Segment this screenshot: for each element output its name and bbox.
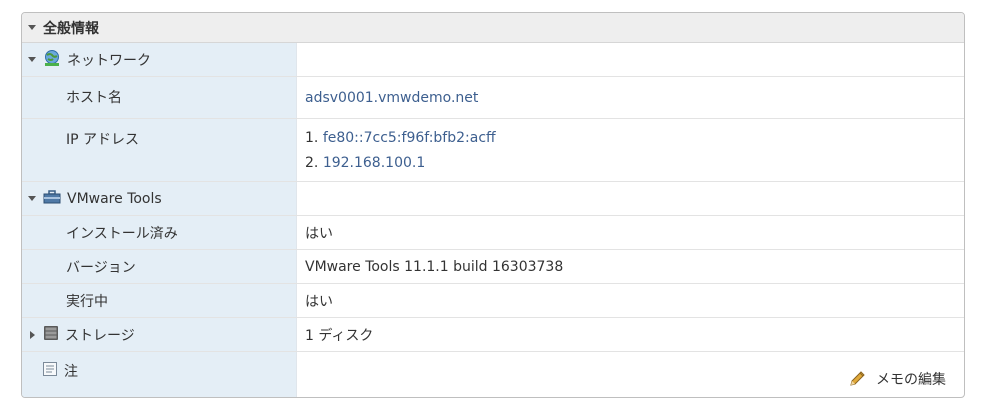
version-value: VMware Tools 11.1.1 build 16303738 <box>305 258 564 275</box>
collapse-caret-icon[interactable] <box>28 25 36 30</box>
ip-address-value[interactable]: 192.168.100.1 <box>323 155 425 171</box>
pencil-icon <box>850 371 865 386</box>
vmware-tools-row[interactable]: VMware Tools <box>22 182 964 216</box>
hostname-value-cell: adsv0001.vmwdemo.net <box>297 77 964 118</box>
tools-value-cell <box>297 182 964 215</box>
tools-label-cell: VMware Tools <box>22 182 297 215</box>
ip-address-list: 1. fe80::7cc5:f96f:bfb2:acff 2. 192.168.… <box>305 130 496 171</box>
version-label: バージョン <box>66 259 136 276</box>
network-label: ネットワーク <box>67 52 151 69</box>
storage-label-cell: ストレージ <box>22 318 297 351</box>
storage-label: ストレージ <box>65 327 135 344</box>
storage-value-cell: 1 ディスク <box>297 318 964 351</box>
network-label-cell: ネットワーク <box>22 43 297 76</box>
general-info-header[interactable]: 全般情報 <box>22 13 964 43</box>
ip-index: 1. <box>305 129 323 146</box>
edit-notes-button[interactable]: メモの編集 <box>848 369 946 389</box>
storage-row[interactable]: ストレージ 1 ディスク <box>22 318 964 352</box>
notes-icon <box>42 361 58 381</box>
ip-address-item: 1. fe80::7cc5:f96f:bfb2:acff <box>305 130 496 146</box>
hostname-row: ホスト名 adsv0001.vmwdemo.net <box>22 77 964 119</box>
general-info-panel: 全般情報 ネットワーク ホスト名 adsv0001.vmwdemo.net IP… <box>21 12 965 398</box>
storage-disk-icon <box>43 325 59 345</box>
notes-value-cell: メモの編集 <box>297 352 964 397</box>
toolbox-icon <box>43 189 61 209</box>
installed-value-cell: はい <box>297 216 964 249</box>
network-expand-caret-icon[interactable] <box>28 57 36 62</box>
running-label: 実行中 <box>66 293 108 310</box>
installed-value: はい <box>305 225 333 242</box>
installed-label-cell: インストール済み <box>22 216 297 249</box>
running-label-cell: 実行中 <box>22 284 297 317</box>
ip-address-item: 2. 192.168.100.1 <box>305 155 496 171</box>
network-value-cell <box>297 43 964 76</box>
notes-row: 注 メモの編集 <box>22 352 964 397</box>
tools-expand-caret-icon[interactable] <box>28 196 36 201</box>
network-row[interactable]: ネットワーク <box>22 43 964 77</box>
ip-address-value[interactable]: fe80::7cc5:f96f:bfb2:acff <box>323 130 496 146</box>
ip-value-cell: 1. fe80::7cc5:f96f:bfb2:acff 2. 192.168.… <box>297 119 964 181</box>
ip-address-row: IP アドレス 1. fe80::7cc5:f96f:bfb2:acff 2. … <box>22 119 964 182</box>
tools-installed-row: インストール済み はい <box>22 216 964 250</box>
notes-label: 注 <box>64 364 78 380</box>
running-value-cell: はい <box>297 284 964 317</box>
ip-address-label: IP アドレス <box>66 132 140 148</box>
storage-value: 1 ディスク <box>305 327 374 344</box>
panel-title: 全般情報 <box>43 20 99 37</box>
storage-expand-caret-icon[interactable] <box>30 330 35 339</box>
tools-version-row: バージョン VMware Tools 11.1.1 build 16303738 <box>22 250 964 284</box>
ip-label-cell: IP アドレス <box>22 119 297 181</box>
hostname-label: ホスト名 <box>66 90 122 106</box>
tools-running-row: 実行中 はい <box>22 284 964 318</box>
network-globe-icon <box>43 49 61 71</box>
hostname-label-cell: ホスト名 <box>22 77 297 118</box>
tools-label: VMware Tools <box>67 190 162 207</box>
hostname-value[interactable]: adsv0001.vmwdemo.net <box>305 90 478 106</box>
installed-label: インストール済み <box>66 225 178 242</box>
notes-label-cell: 注 <box>22 352 297 397</box>
version-value-cell: VMware Tools 11.1.1 build 16303738 <box>297 250 964 283</box>
edit-notes-label: メモの編集 <box>876 372 946 388</box>
ip-index: 2. <box>305 154 323 171</box>
version-label-cell: バージョン <box>22 250 297 283</box>
running-value: はい <box>305 293 333 310</box>
